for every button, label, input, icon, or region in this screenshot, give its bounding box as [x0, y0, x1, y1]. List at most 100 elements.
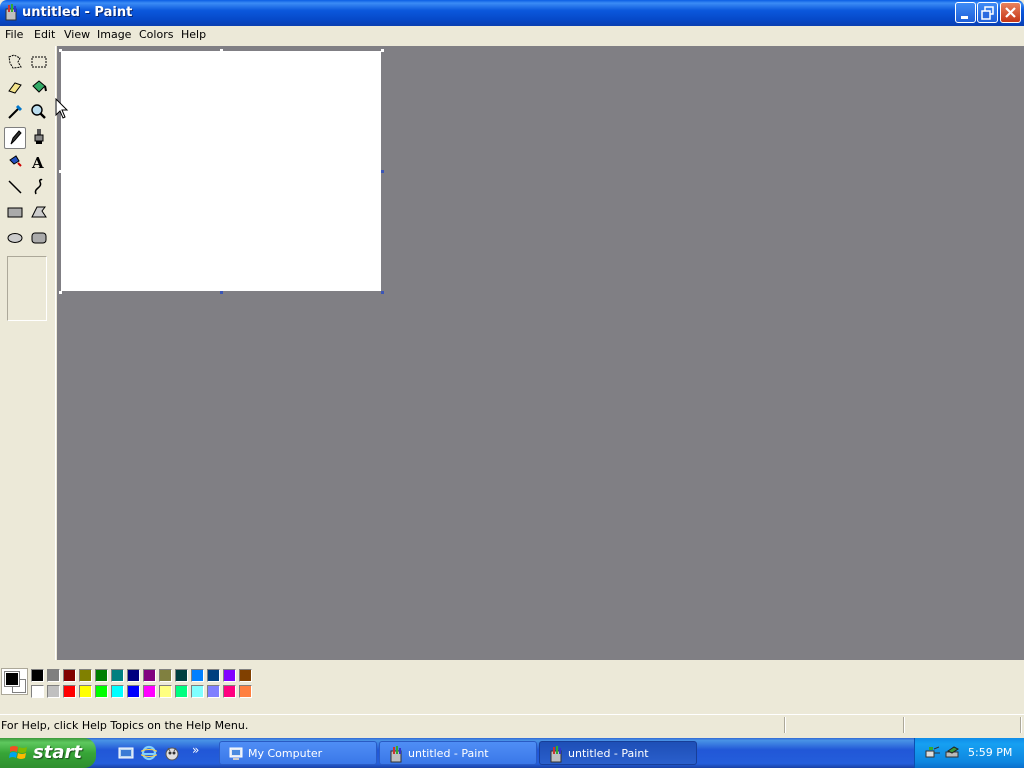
- tool-rounded-rectangle[interactable]: [28, 226, 50, 248]
- airbrush-icon: [9, 155, 22, 167]
- toolbox: A: [0, 46, 56, 660]
- clock[interactable]: 5:59 PM: [968, 746, 1012, 759]
- safely-remove-icon[interactable]: [944, 745, 960, 761]
- free-select-icon: [8, 54, 22, 69]
- task-my-computer[interactable]: My Computer: [219, 741, 377, 765]
- pencil-icon: [10, 130, 22, 145]
- status-divider: [903, 717, 905, 733]
- network-icon[interactable]: [925, 745, 941, 761]
- task-paint-1[interactable]: untitled - Paint: [379, 741, 537, 765]
- tool-eraser[interactable]: [4, 76, 26, 98]
- tool-fill[interactable]: [28, 76, 50, 98]
- palette-color-swatch[interactable]: [31, 685, 44, 698]
- tool-options-box[interactable]: [7, 256, 47, 321]
- resize-handle-right[interactable]: [381, 170, 384, 173]
- resize-handle-corner[interactable]: [381, 291, 384, 294]
- palette-color-swatch[interactable]: [79, 685, 92, 698]
- task-label: untitled - Paint: [568, 747, 649, 760]
- minimize-button[interactable]: [955, 2, 976, 23]
- tool-curve[interactable]: [28, 176, 50, 198]
- palette-color-swatch[interactable]: [95, 669, 108, 682]
- tool-rectangle[interactable]: [4, 201, 26, 223]
- palette-color-swatch[interactable]: [159, 685, 172, 698]
- menu-edit[interactable]: Edit: [34, 28, 55, 41]
- start-button[interactable]: start: [0, 738, 96, 768]
- paint-icon: [5, 4, 17, 21]
- palette-color-swatch[interactable]: [111, 669, 124, 682]
- system-tray: 5:59 PM: [914, 738, 1024, 768]
- status-bar: For Help, click Help Topics on the Help …: [0, 714, 1024, 735]
- menu-file[interactable]: File: [5, 28, 23, 41]
- menu-colors[interactable]: Colors: [139, 28, 173, 41]
- status-help-text: For Help, click Help Topics on the Help …: [1, 719, 249, 732]
- magnifier-icon: [31, 104, 46, 119]
- palette-color-swatch[interactable]: [175, 669, 188, 682]
- rounded-rectangle-icon: [31, 232, 47, 244]
- palette-color-swatch[interactable]: [79, 669, 92, 682]
- menu-image[interactable]: Image: [97, 28, 131, 41]
- task-paint-2[interactable]: untitled - Paint: [539, 741, 697, 765]
- palette-color-swatch[interactable]: [47, 669, 60, 682]
- paint-icon: [390, 746, 402, 763]
- palette-color-swatch[interactable]: [239, 669, 252, 682]
- palette-color-swatch[interactable]: [47, 685, 60, 698]
- canvas-handle: [59, 170, 62, 173]
- palette-color-swatch[interactable]: [191, 685, 204, 698]
- rect-select-icon: [31, 56, 47, 68]
- current-colors[interactable]: [1, 668, 28, 695]
- tool-polygon[interactable]: [28, 201, 50, 223]
- palette-color-swatch[interactable]: [223, 685, 236, 698]
- palette-color-swatch[interactable]: [175, 685, 188, 698]
- paint-bucket-icon: [32, 80, 47, 93]
- tool-line[interactable]: [4, 176, 26, 198]
- status-divider: [784, 717, 786, 733]
- title-bar[interactable]: untitled - Paint: [0, 0, 1024, 26]
- resize-handle-bottom[interactable]: [220, 291, 223, 294]
- palette-color-swatch[interactable]: [127, 669, 140, 682]
- close-button[interactable]: [1000, 2, 1021, 23]
- quick-launch-overflow[interactable]: »: [192, 743, 199, 757]
- palette-color-swatch[interactable]: [143, 669, 156, 682]
- my-computer-icon: [229, 747, 243, 760]
- palette-color-swatch[interactable]: [207, 669, 220, 682]
- brush-icon: [34, 129, 44, 144]
- tool-pick-color[interactable]: [4, 101, 26, 123]
- tool-magnifier[interactable]: [28, 101, 50, 123]
- start-label: start: [33, 742, 82, 763]
- tool-free-form-select[interactable]: [4, 51, 26, 73]
- palette-color-swatch[interactable]: [63, 685, 76, 698]
- palette-color-swatch[interactable]: [143, 685, 156, 698]
- tool-airbrush[interactable]: [4, 151, 26, 173]
- palette-color-swatch[interactable]: [95, 685, 108, 698]
- menu-view[interactable]: View: [64, 28, 90, 41]
- internet-explorer-icon[interactable]: [141, 745, 157, 761]
- media-player-icon[interactable]: [164, 745, 180, 761]
- palette-color-swatch[interactable]: [159, 669, 172, 682]
- palette-color-swatch[interactable]: [111, 685, 124, 698]
- drawing-canvas[interactable]: [61, 51, 381, 291]
- palette-color-swatch[interactable]: [191, 669, 204, 682]
- tool-pencil[interactable]: [4, 127, 26, 149]
- task-label: untitled - Paint: [408, 747, 489, 760]
- restore-button[interactable]: [977, 2, 998, 23]
- task-label: My Computer: [248, 747, 323, 760]
- palette-color-swatch[interactable]: [239, 685, 252, 698]
- windows-logo-icon: [9, 746, 27, 759]
- palette-color-swatch[interactable]: [223, 669, 236, 682]
- paint-icon: [550, 746, 562, 763]
- show-desktop-icon[interactable]: [118, 745, 134, 761]
- status-divider: [1020, 717, 1022, 733]
- menu-help[interactable]: Help: [181, 28, 206, 41]
- palette-color-swatch[interactable]: [31, 669, 44, 682]
- palette-color-swatch[interactable]: [127, 685, 140, 698]
- canvas-workspace[interactable]: [57, 46, 1024, 660]
- tool-ellipse[interactable]: [4, 226, 26, 248]
- canvas-handle: [381, 49, 384, 52]
- palette-color-swatch[interactable]: [63, 669, 76, 682]
- tool-brush[interactable]: [28, 126, 50, 148]
- canvas-handle: [220, 49, 223, 52]
- tool-select[interactable]: [28, 51, 50, 73]
- color-box: [0, 662, 1024, 708]
- tool-text[interactable]: A: [28, 151, 50, 173]
- palette-color-swatch[interactable]: [207, 685, 220, 698]
